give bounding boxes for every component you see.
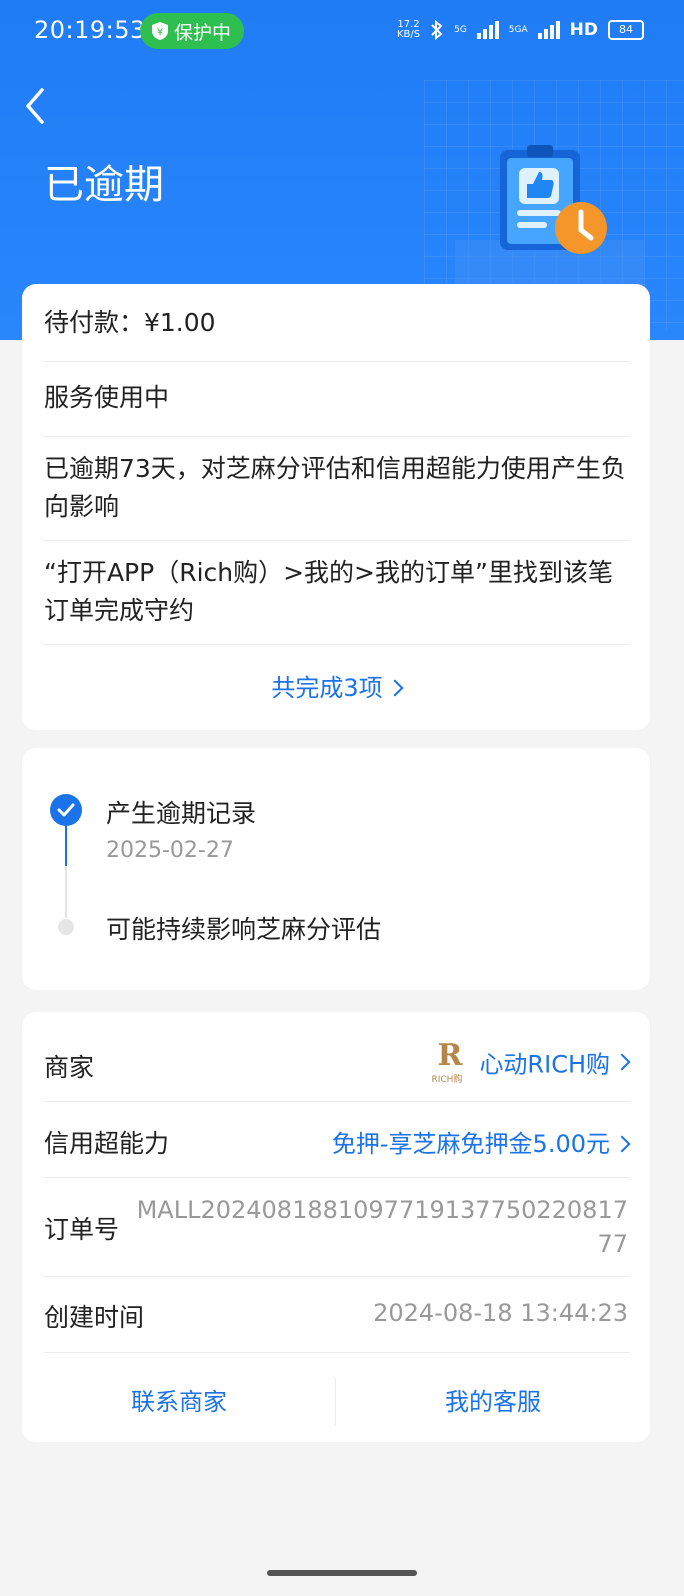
protect-badge[interactable]: ¥ 保护中 [140, 13, 244, 49]
shield-icon: ¥ [152, 22, 168, 40]
instruction-text: “打开APP（Rich购）>我的>我的订单”里找到该笔订单完成守约 [44, 558, 613, 625]
created-time-value: 2024-08-18 13:44:23 [373, 1299, 628, 1327]
contact-merchant-button[interactable]: 联系商家 [22, 1374, 336, 1430]
timeline-line-done [65, 826, 67, 866]
credit-label: 信用超能力 [44, 1129, 170, 1158]
divider [44, 1101, 630, 1102]
signal-bars-icon [476, 21, 499, 39]
order-number-value: MALL2024081881097719137750220817 77 [136, 1196, 628, 1258]
signal-bars-icon [537, 21, 560, 39]
merchant-link[interactable]: R RICH购 心动RICH购 [431, 1038, 631, 1085]
details-card: 商家 R RICH购 心动RICH购 信用超能力 免押-享芝麻免押金5.00元 … [22, 1012, 650, 1442]
chevron-right-icon [613, 1053, 631, 1071]
completed-items-label: 共完成3项 [271, 674, 383, 702]
check-circle-icon [50, 794, 82, 826]
customer-service-button[interactable]: 我的客服 [336, 1374, 650, 1430]
overdue-note: 已逾期73天，对芝麻分评估和信用超能力使用产生负向影响 [44, 454, 626, 521]
action-buttons: 联系商家 我的客服 [22, 1374, 650, 1430]
service-status: 服务使用中 [44, 383, 170, 412]
completed-items-link[interactable]: 共完成3项 [22, 668, 650, 703]
timeline-event-title: 可能持续影响芝麻分评估 [106, 915, 382, 944]
timeline-line-pending [65, 866, 67, 918]
credit-link[interactable]: 免押-享芝麻免押金5.00元 [331, 1124, 631, 1159]
amount-due: 待付款：¥1.00 [44, 308, 216, 337]
timeline-event-date: 2025-02-27 [106, 838, 234, 863]
divider [44, 1352, 630, 1353]
divider [44, 1177, 630, 1178]
divider [44, 1276, 630, 1277]
signal-5g-label: 5G [454, 25, 467, 35]
credit-value: 免押-享芝麻免押金5.00元 [331, 1130, 610, 1158]
timeline-card: 产生逾期记录 2025-02-27 可能持续影响芝麻分评估 [22, 748, 650, 990]
hd-label: HD [569, 20, 598, 40]
chevron-right-icon [386, 679, 404, 697]
divider [44, 436, 630, 437]
divider [44, 644, 630, 645]
chevron-right-icon [613, 1135, 631, 1153]
created-time-label: 创建时间 [44, 1303, 145, 1332]
status-time: 20:19:53 [34, 16, 146, 44]
order-number-label: 订单号 [44, 1215, 120, 1244]
clipboard-clock-illustration [455, 145, 645, 300]
merchant-name: 心动RICH购 [479, 1050, 610, 1079]
merchant-logo: R RICH购 [431, 1038, 463, 1085]
home-indicator[interactable] [267, 1570, 417, 1576]
protect-label: 保护中 [174, 21, 232, 44]
page-title: 已逾期 [44, 162, 164, 208]
net-speed: 17.2 KB/S [396, 19, 421, 40]
merchant-label: 商家 [44, 1053, 95, 1082]
summary-card: 待付款：¥1.00 服务使用中 已逾期73天，对芝麻分评估和信用超能力使用产生负… [22, 284, 650, 730]
divider [44, 361, 630, 362]
pending-dot-icon [58, 919, 74, 935]
signal-5ga-label: 5GA [508, 25, 528, 35]
timeline-event-title: 产生逾期记录 [106, 799, 257, 828]
back-button[interactable] [20, 86, 54, 126]
svg-text:¥: ¥ [157, 27, 163, 38]
divider [44, 540, 630, 541]
bluetooth-icon [431, 20, 443, 40]
status-icons: 17.2 KB/S 5G 5GA HD 84 [397, 20, 644, 40]
battery-icon: 84 [608, 20, 644, 40]
status-bar: 20:19:53 ¥ 保护中 17.2 KB/S 5G 5GA HD 84 [0, 0, 684, 66]
